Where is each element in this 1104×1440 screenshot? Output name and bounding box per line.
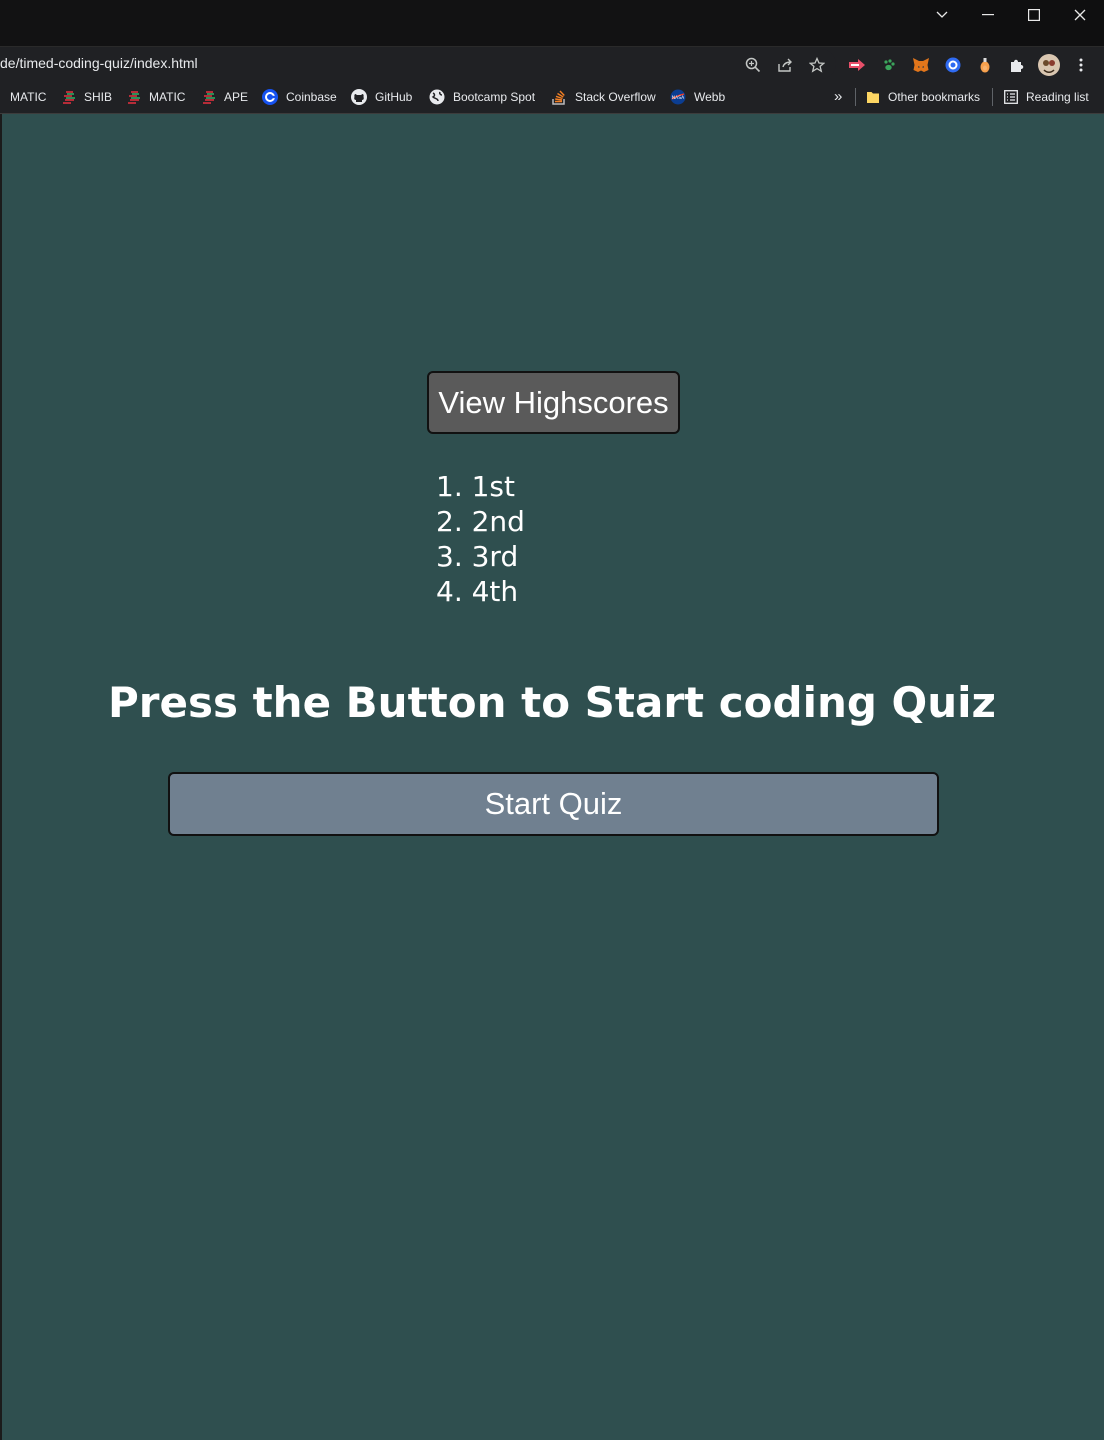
bookmarks-divider — [855, 88, 856, 106]
chart-ticker-icon — [127, 90, 141, 104]
bookmark-ape[interactable]: APE — [202, 89, 248, 105]
maximize-icon[interactable] — [1011, 0, 1057, 30]
window-left-edge — [0, 114, 2, 1440]
highscore-item: 4. 4th — [436, 575, 519, 608]
tab-search-icon[interactable] — [919, 0, 965, 30]
reading-list-label: Reading list — [1026, 90, 1089, 104]
bookmark-label: Bootcamp Spot — [453, 90, 536, 104]
bookmark-label: Webb — [694, 90, 726, 104]
bookmark-coinbase[interactable]: Coinbase — [262, 89, 337, 105]
extension-paw-icon[interactable] — [880, 56, 898, 74]
bookmark-matic-2[interactable]: MATIC — [127, 89, 185, 105]
extension-circle-icon[interactable] — [944, 56, 962, 74]
quiz-prompt-heading: Press the Button to Start coding Quiz — [107, 678, 996, 727]
other-bookmarks-folder[interactable]: Other bookmarks — [866, 89, 980, 105]
highscore-item: 2. 2nd — [436, 505, 525, 538]
bookmark-github[interactable]: GitHub — [351, 89, 412, 105]
minimize-icon[interactable] — [965, 0, 1011, 30]
bookmark-label: SHIB — [84, 90, 113, 104]
window-titlebar — [0, 0, 1104, 47]
address-bar-url[interactable]: de/timed-coding-quiz/index.html — [0, 55, 198, 71]
highscore-item: 1. 1st — [436, 470, 515, 503]
menu-kebab-icon[interactable] — [1072, 56, 1090, 74]
profile-avatar-icon[interactable] — [1038, 54, 1060, 76]
bookmark-stack-overflow[interactable]: Stack Overflow — [551, 89, 656, 105]
share-icon[interactable] — [776, 56, 794, 74]
extension-dropper-icon[interactable] — [976, 56, 994, 74]
stackoverflow-icon — [551, 89, 567, 105]
bookmark-label: APE — [224, 90, 249, 104]
bookmark-label: MATIC — [10, 90, 47, 104]
bookmark-label: MATIC — [149, 90, 186, 104]
coinbase-icon — [262, 89, 278, 105]
more-bookmarks-label: » — [834, 87, 843, 105]
more-bookmarks-chevron-icon[interactable]: » — [834, 87, 843, 105]
highscore-item: 3. 3rd — [436, 540, 519, 573]
extension-arrow-icon[interactable] — [848, 56, 866, 74]
bookmark-label: Stack Overflow — [575, 90, 656, 104]
bookmark-label: Coinbase — [286, 90, 337, 104]
view-highscores-button[interactable]: View Highscores — [427, 371, 680, 434]
github-icon — [351, 89, 367, 105]
reading-list-icon — [1004, 90, 1018, 104]
bookmark-matic[interactable]: MATIC — [10, 89, 46, 105]
globe-icon — [429, 89, 445, 105]
close-icon[interactable] — [1057, 0, 1103, 30]
tab-strip — [0, 0, 920, 46]
highscores-list: 1. 1st 2. 2nd 3. 3rd 4. 4th — [436, 469, 525, 609]
svg-text:NASA: NASA — [672, 95, 685, 101]
bookmark-webb[interactable]: NASA Webb — [670, 89, 725, 105]
reading-list-button[interactable]: Reading list — [1004, 89, 1089, 105]
bookmark-label: GitHub — [375, 90, 413, 104]
bookmark-shib[interactable]: SHIB — [62, 89, 112, 105]
chart-ticker-icon — [202, 90, 216, 104]
start-quiz-button[interactable]: Start Quiz — [168, 772, 939, 836]
other-bookmarks-label: Other bookmarks — [888, 90, 981, 104]
folder-icon — [866, 90, 880, 104]
zoom-icon[interactable] — [744, 56, 762, 74]
bookmark-star-icon[interactable] — [808, 56, 826, 74]
extensions-puzzle-icon[interactable] — [1008, 56, 1026, 74]
bookmark-bootcamp-spot[interactable]: Bootcamp Spot — [429, 89, 535, 105]
nasa-icon: NASA — [670, 89, 686, 105]
bookmarks-divider — [992, 88, 993, 106]
chart-ticker-icon — [62, 90, 76, 104]
metamask-fox-icon[interactable] — [912, 56, 930, 74]
